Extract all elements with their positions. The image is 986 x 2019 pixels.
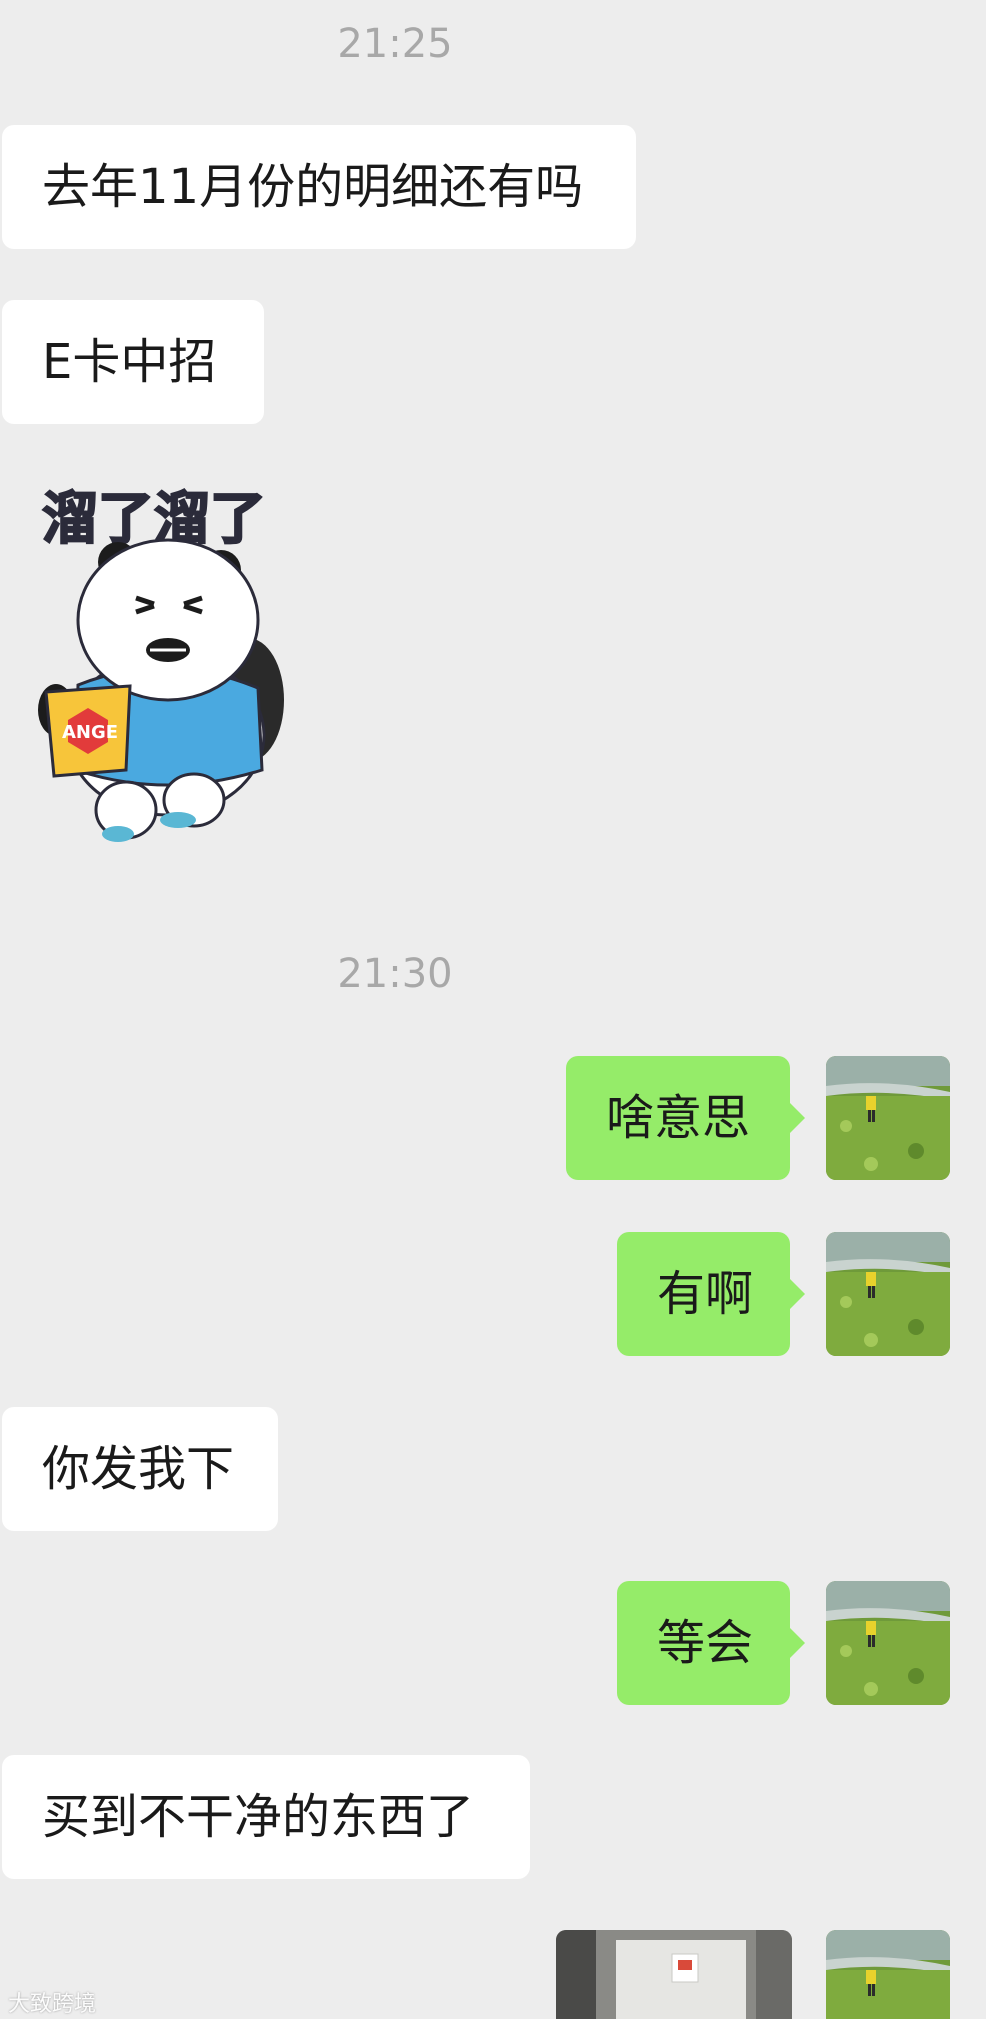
chat-message-list[interactable]: 21:25 去年11月份的明细还有吗 E卡中招 溜了溜了 ANGE 21:30 … [0, 0, 986, 2019]
message-text: E卡中招 [42, 334, 217, 390]
avatar-image [826, 1581, 950, 1705]
panda-shoe [102, 826, 134, 842]
message-text: 啥意思 [606, 1090, 751, 1146]
panda-shoe [160, 812, 196, 828]
message-text: 买到不干净的东西了 [42, 1789, 475, 1845]
message-text: 你发我下 [42, 1441, 235, 1497]
chip-bag-label: ANGE [62, 722, 118, 743]
outgoing-photo-message[interactable] [556, 1930, 792, 2019]
outgoing-message-bubble[interactable]: 啥意思 [566, 1056, 805, 1180]
user-avatar[interactable] [826, 1581, 950, 1705]
message-timestamp: 21:25 [337, 21, 453, 67]
incoming-message-bubble[interactable]: 去年11月份的明细还有吗 [2, 125, 636, 249]
incoming-message-bubble[interactable]: 你发我下 [2, 1407, 278, 1531]
message-text: 去年11月份的明细还有吗 [42, 159, 584, 215]
avatar-image [826, 1930, 950, 2019]
user-avatar[interactable] [826, 1232, 950, 1356]
message-timestamp: 21:30 [337, 951, 453, 997]
outgoing-message-bubble[interactable]: 有啊 [617, 1232, 805, 1356]
message-text: 等会 [657, 1615, 754, 1671]
sticker-message[interactable]: 溜了溜了 ANGE [26, 470, 296, 850]
panda-head [76, 538, 260, 702]
incoming-message-bubble[interactable]: 买到不干净的东西了 [2, 1755, 530, 1879]
user-avatar[interactable] [826, 1930, 950, 2019]
outgoing-message-bubble[interactable]: 等会 [617, 1581, 805, 1705]
avatar-image [826, 1232, 950, 1356]
incoming-message-bubble[interactable]: E卡中招 [2, 300, 264, 424]
photo-image [556, 1930, 792, 2019]
watermark-text: 大致跨境 [8, 1992, 97, 2017]
user-avatar[interactable] [826, 1056, 950, 1180]
panda-sticker-image: 溜了溜了 ANGE [38, 486, 284, 842]
avatar-image [826, 1056, 950, 1180]
message-text: 有啊 [657, 1266, 754, 1322]
